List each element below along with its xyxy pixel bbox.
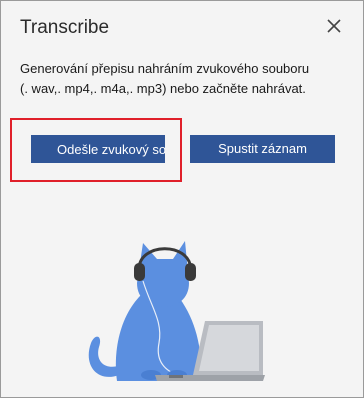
description-text: Generování přepisu nahráním zvukového so… (20, 61, 310, 96)
headphone-left (134, 263, 145, 281)
pane-title: Transcribe (20, 17, 110, 38)
close-icon (327, 19, 341, 33)
close-button[interactable] (323, 15, 345, 37)
headphone-right (185, 263, 196, 281)
upload-audio-button[interactable]: Odešle zvukový soubor (31, 135, 165, 163)
cat-body (115, 295, 202, 381)
start-recording-button[interactable]: Spustit záznam (190, 135, 335, 163)
transcribe-pane: Transcribe Generování přepisu nahráním z… (0, 0, 364, 398)
upload-audio-label: Odešle zvukový soubor (57, 142, 165, 157)
start-recording-label: Spustit záznam (218, 141, 307, 156)
cat-illustration (88, 241, 265, 381)
